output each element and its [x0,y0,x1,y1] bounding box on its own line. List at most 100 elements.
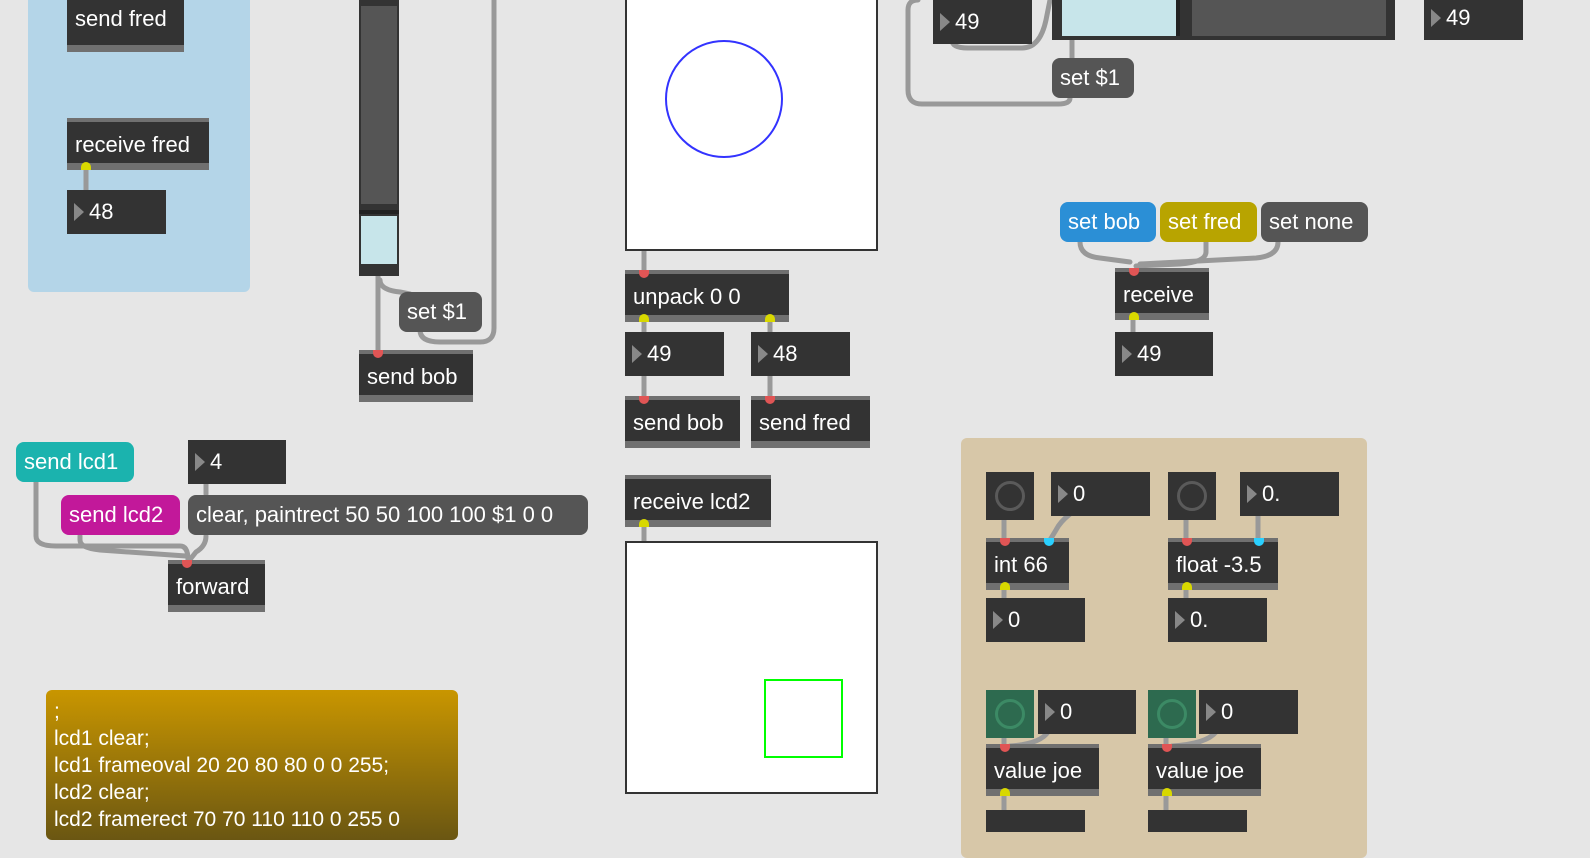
message-label: set $1 [1060,65,1120,90]
message-label: set $1 [407,299,467,324]
float-object[interactable]: float -3.5 [1168,538,1278,590]
lcd1-canvas[interactable] [625,0,878,251]
number-box-49-receive[interactable]: 49 [1115,332,1213,376]
inlet[interactable] [765,396,775,404]
number-arrow-icon [1122,345,1132,363]
forward-object[interactable]: forward [168,560,265,612]
slider-knob[interactable] [359,210,399,214]
outlet[interactable] [1000,582,1010,590]
number-box-partial-2[interactable] [1148,810,1247,832]
inlet[interactable] [373,350,383,358]
outlet-left[interactable] [639,314,649,322]
send-fred-object-2[interactable]: send fred [751,396,870,448]
outlet[interactable] [1129,312,1139,320]
bang-button-3[interactable] [986,690,1034,738]
receive-object[interactable]: receive [1115,268,1209,320]
slider-knob[interactable] [1176,0,1180,36]
object-label: receive lcd2 [633,489,751,514]
number-box-49[interactable]: 49 [625,332,724,376]
slider-track [1192,0,1386,36]
number-box-49-top-right[interactable]: 49 [1424,0,1523,40]
inlet[interactable] [639,270,649,278]
number-box-49-top-left[interactable]: 49 [933,0,1032,44]
value-joe-object-1[interactable]: value joe [986,744,1099,796]
inlet[interactable] [182,560,192,568]
object-label: forward [176,574,250,599]
receive-fred-object[interactable]: receive fred [67,118,209,170]
send-bob-object[interactable]: send bob [359,350,473,402]
set-none-message[interactable]: set none [1261,202,1368,242]
number-arrow-icon [1247,485,1257,503]
inlet[interactable] [1129,268,1139,276]
send-bob-object-2[interactable]: send bob [625,396,740,448]
number-box-48-b[interactable]: 48 [751,332,850,376]
outlet[interactable] [1000,788,1010,796]
object-label: int 66 [994,552,1048,577]
clear-paintrect-message[interactable]: clear, paintrect 50 50 100 100 $1 0 0 [188,495,588,535]
number-box-48[interactable]: 48 [67,190,166,234]
outlet-right[interactable] [765,314,775,322]
float-box-0-b[interactable]: 0. [1168,598,1267,642]
object-label: value joe [1156,758,1245,783]
number-value: 0. [1262,481,1281,506]
number-box-0-b[interactable]: 0 [986,598,1085,642]
set-fred-message[interactable]: set fred [1160,202,1257,242]
object-label: float -3.5 [1176,552,1262,577]
number-box-partial-1[interactable] [986,810,1085,832]
outlet[interactable] [639,519,649,527]
unpack-object[interactable]: unpack 0 0 [625,270,789,322]
inlet[interactable] [1162,744,1172,752]
number-value: 0 [1073,481,1086,506]
message-label: set bob [1068,209,1141,234]
lcd2-canvas[interactable] [625,541,878,794]
number-box-0-c[interactable]: 0 [1038,690,1136,734]
bang-button-4[interactable] [1148,690,1196,738]
number-box-0-a[interactable]: 0 [1051,472,1150,516]
inlet-left[interactable] [1000,538,1010,546]
object-label: send bob [633,410,724,435]
vertical-slider[interactable] [359,0,399,276]
message-label: set fred [1168,209,1242,234]
number-value: 48 [773,341,798,366]
bang-button-2[interactable] [1168,472,1216,520]
inlet-right[interactable] [1044,538,1054,546]
number-arrow-icon [1431,9,1441,27]
outlet[interactable] [81,162,91,170]
inlet[interactable] [639,396,649,404]
lcd-script-message[interactable]: ; lcd1 clear; lcd1 frameoval 20 20 80 80… [46,690,458,840]
number-value: 0. [1190,607,1209,632]
number-box-4[interactable]: 4 [188,440,286,484]
horizontal-slider[interactable] [1052,0,1395,40]
object-label: send fred [759,410,851,435]
bang-button-1[interactable] [986,472,1034,520]
object-label: send fred [75,6,167,31]
rect-drawing [764,679,843,758]
inlet-right[interactable] [1254,538,1264,546]
number-value: 49 [1137,341,1162,366]
set-dollar-one-message-2[interactable]: set $1 [1052,58,1134,98]
object-label: unpack 0 0 [633,284,741,309]
script-line: lcd2 clear; [54,781,150,804]
bang-icon [995,699,1025,729]
slider-fill [1062,0,1176,36]
number-value: 4 [210,449,223,474]
outlet[interactable] [1162,788,1172,796]
message-label: set none [1269,209,1354,234]
inlet-left[interactable] [1182,538,1192,546]
message-label: clear, paintrect 50 50 100 100 $1 0 0 [196,502,554,527]
receive-lcd2-object[interactable]: receive lcd2 [625,475,771,527]
script-line: lcd2 framerect 70 70 110 110 0 255 0 [54,808,400,831]
outlet[interactable] [1182,582,1192,590]
int-object[interactable]: int 66 [986,538,1069,590]
set-dollar-one-message[interactable]: set $1 [399,292,482,332]
number-box-0-d[interactable]: 0 [1199,690,1298,734]
send-lcd1-message[interactable]: send lcd1 [16,442,134,482]
value-joe-object-2[interactable]: value joe [1148,744,1261,796]
float-box-0-a[interactable]: 0. [1240,472,1339,516]
send-fred-object[interactable]: send fred [67,0,184,52]
set-bob-message[interactable]: set bob [1060,202,1156,242]
send-lcd2-message[interactable]: send lcd2 [61,495,180,535]
slider-fill [361,216,397,264]
inlet[interactable] [1000,744,1010,752]
oval-drawing [665,40,783,158]
